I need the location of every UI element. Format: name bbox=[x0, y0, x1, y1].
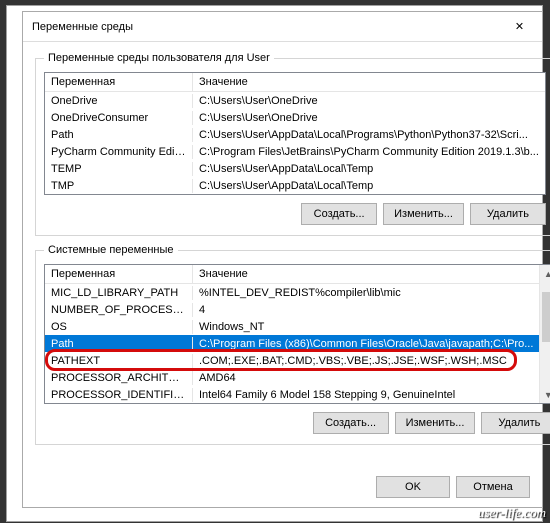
close-button[interactable]: ✕ bbox=[497, 12, 542, 41]
cell-value: .COM;.EXE;.BAT;.CMD;.VBS;.VBE;.JS;.JSE;.… bbox=[193, 354, 539, 368]
system-variables-group: Системные переменные Переменная Значение… bbox=[35, 244, 550, 445]
ok-button[interactable]: OK bbox=[376, 476, 450, 498]
cell-variable: Path bbox=[45, 337, 193, 351]
dialog-window: Переменные среды ✕ Переменные среды поль… bbox=[22, 11, 543, 508]
cell-value: C:\Program Files (x86)\Common Files\Orac… bbox=[193, 337, 539, 351]
cell-value: C:\Users\User\OneDrive bbox=[193, 94, 545, 108]
cell-variable: TEMP bbox=[45, 162, 193, 176]
table-row[interactable]: PathC:\Program Files (x86)\Common Files\… bbox=[45, 335, 539, 352]
user-group-legend: Переменные среды пользователя для User bbox=[44, 52, 274, 64]
table-row[interactable]: TEMPC:\Users\User\AppData\Local\Temp bbox=[45, 160, 545, 177]
cell-variable: Path bbox=[45, 128, 193, 142]
table-row[interactable]: PROCESSOR_ARCHITECTUREAMD64 bbox=[45, 369, 539, 386]
cell-variable: OneDriveConsumer bbox=[45, 111, 193, 125]
table-row[interactable]: OneDriveConsumerC:\Users\User\OneDrive bbox=[45, 109, 545, 126]
cell-value: C:\Program Files\JetBrains\PyCharm Commu… bbox=[193, 145, 545, 159]
user-edit-button[interactable]: Изменить... bbox=[383, 203, 464, 225]
column-variable[interactable]: Переменная bbox=[45, 265, 193, 283]
cell-value: C:\Users\User\AppData\Local\Temp bbox=[193, 179, 545, 193]
user-button-row: Создать... Изменить... Удалить bbox=[44, 203, 546, 225]
scroll-track[interactable] bbox=[540, 282, 550, 386]
cell-value: C:\Users\User\AppData\Local\Programs\Pyt… bbox=[193, 128, 545, 142]
user-list-header: Переменная Значение bbox=[45, 73, 545, 92]
table-row[interactable]: NUMBER_OF_PROCESSORS4 bbox=[45, 301, 539, 318]
user-variables-list[interactable]: Переменная Значение OneDriveC:\Users\Use… bbox=[44, 72, 546, 195]
table-row[interactable]: TMPC:\Users\User\AppData\Local\Temp bbox=[45, 177, 545, 194]
user-rows-area: OneDriveC:\Users\User\OneDriveOneDriveCo… bbox=[45, 92, 545, 194]
cell-value: Intel64 Family 6 Model 158 Stepping 9, G… bbox=[193, 388, 539, 402]
table-row[interactable]: OSWindows_NT bbox=[45, 318, 539, 335]
cell-variable: PATHEXT bbox=[45, 354, 193, 368]
column-value[interactable]: Значение bbox=[193, 73, 545, 91]
cell-value: %INTEL_DEV_REDIST%compiler\lib\mic bbox=[193, 286, 539, 300]
system-button-row: Создать... Изменить... Удалить bbox=[44, 412, 550, 434]
dialog-content: Переменные среды пользователя для User П… bbox=[23, 42, 542, 471]
table-row[interactable]: PyCharm Community EditionC:\Program File… bbox=[45, 143, 545, 160]
column-value[interactable]: Значение bbox=[193, 265, 539, 283]
column-variable[interactable]: Переменная bbox=[45, 73, 193, 91]
cell-variable: NUMBER_OF_PROCESSORS bbox=[45, 303, 193, 317]
cell-variable: PROCESSOR_ARCHITECTURE bbox=[45, 371, 193, 385]
close-icon: ✕ bbox=[515, 20, 524, 33]
system-new-button[interactable]: Создать... bbox=[313, 412, 389, 434]
scroll-down-icon[interactable]: ▼ bbox=[540, 386, 550, 403]
cell-variable: OS bbox=[45, 320, 193, 334]
cell-value: 4 bbox=[193, 303, 539, 317]
table-row[interactable]: MIC_LD_LIBRARY_PATH%INTEL_DEV_REDIST%com… bbox=[45, 284, 539, 301]
scroll-thumb[interactable] bbox=[542, 292, 550, 342]
table-row[interactable]: PathC:\Users\User\AppData\Local\Programs… bbox=[45, 126, 545, 143]
table-row[interactable]: PROCESSOR_IDENTIFIERIntel64 Family 6 Mod… bbox=[45, 386, 539, 403]
user-delete-button[interactable]: Удалить bbox=[470, 203, 546, 225]
table-row[interactable]: PATHEXT.COM;.EXE;.BAT;.CMD;.VBS;.VBE;.JS… bbox=[45, 352, 539, 369]
cell-variable: OneDrive bbox=[45, 94, 193, 108]
dialog-button-row: OK Отмена bbox=[23, 471, 542, 507]
outer-frame: Переменные среды ✕ Переменные среды поль… bbox=[6, 5, 543, 522]
cell-value: Windows_NT bbox=[193, 320, 539, 334]
cell-variable: PROCESSOR_IDENTIFIER bbox=[45, 388, 193, 402]
watermark: user-life.com bbox=[478, 505, 546, 521]
cell-value: C:\Users\User\AppData\Local\Temp bbox=[193, 162, 545, 176]
system-edit-button[interactable]: Изменить... bbox=[395, 412, 476, 434]
cell-variable: PyCharm Community Edition bbox=[45, 145, 193, 159]
cancel-button[interactable]: Отмена bbox=[456, 476, 530, 498]
cell-value: C:\Users\User\OneDrive bbox=[193, 111, 545, 125]
cell-variable: TMP bbox=[45, 179, 193, 193]
cell-variable: MIC_LD_LIBRARY_PATH bbox=[45, 286, 193, 300]
user-variables-group: Переменные среды пользователя для User П… bbox=[35, 52, 550, 236]
titlebar: Переменные среды ✕ bbox=[23, 12, 542, 42]
system-list-header: Переменная Значение bbox=[45, 265, 539, 284]
system-variables-list[interactable]: Переменная Значение MIC_LD_LIBRARY_PATH%… bbox=[44, 264, 550, 404]
system-rows-area: MIC_LD_LIBRARY_PATH%INTEL_DEV_REDIST%com… bbox=[45, 284, 539, 403]
system-group-legend: Системные переменные bbox=[44, 244, 178, 256]
scrollbar[interactable]: ▲ ▼ bbox=[539, 265, 550, 403]
table-row[interactable]: OneDriveC:\Users\User\OneDrive bbox=[45, 92, 545, 109]
window-title: Переменные среды bbox=[23, 21, 497, 33]
system-delete-button[interactable]: Удалить bbox=[481, 412, 550, 434]
scroll-up-icon[interactable]: ▲ bbox=[540, 265, 550, 282]
user-new-button[interactable]: Создать... bbox=[301, 203, 377, 225]
cell-value: AMD64 bbox=[193, 371, 539, 385]
